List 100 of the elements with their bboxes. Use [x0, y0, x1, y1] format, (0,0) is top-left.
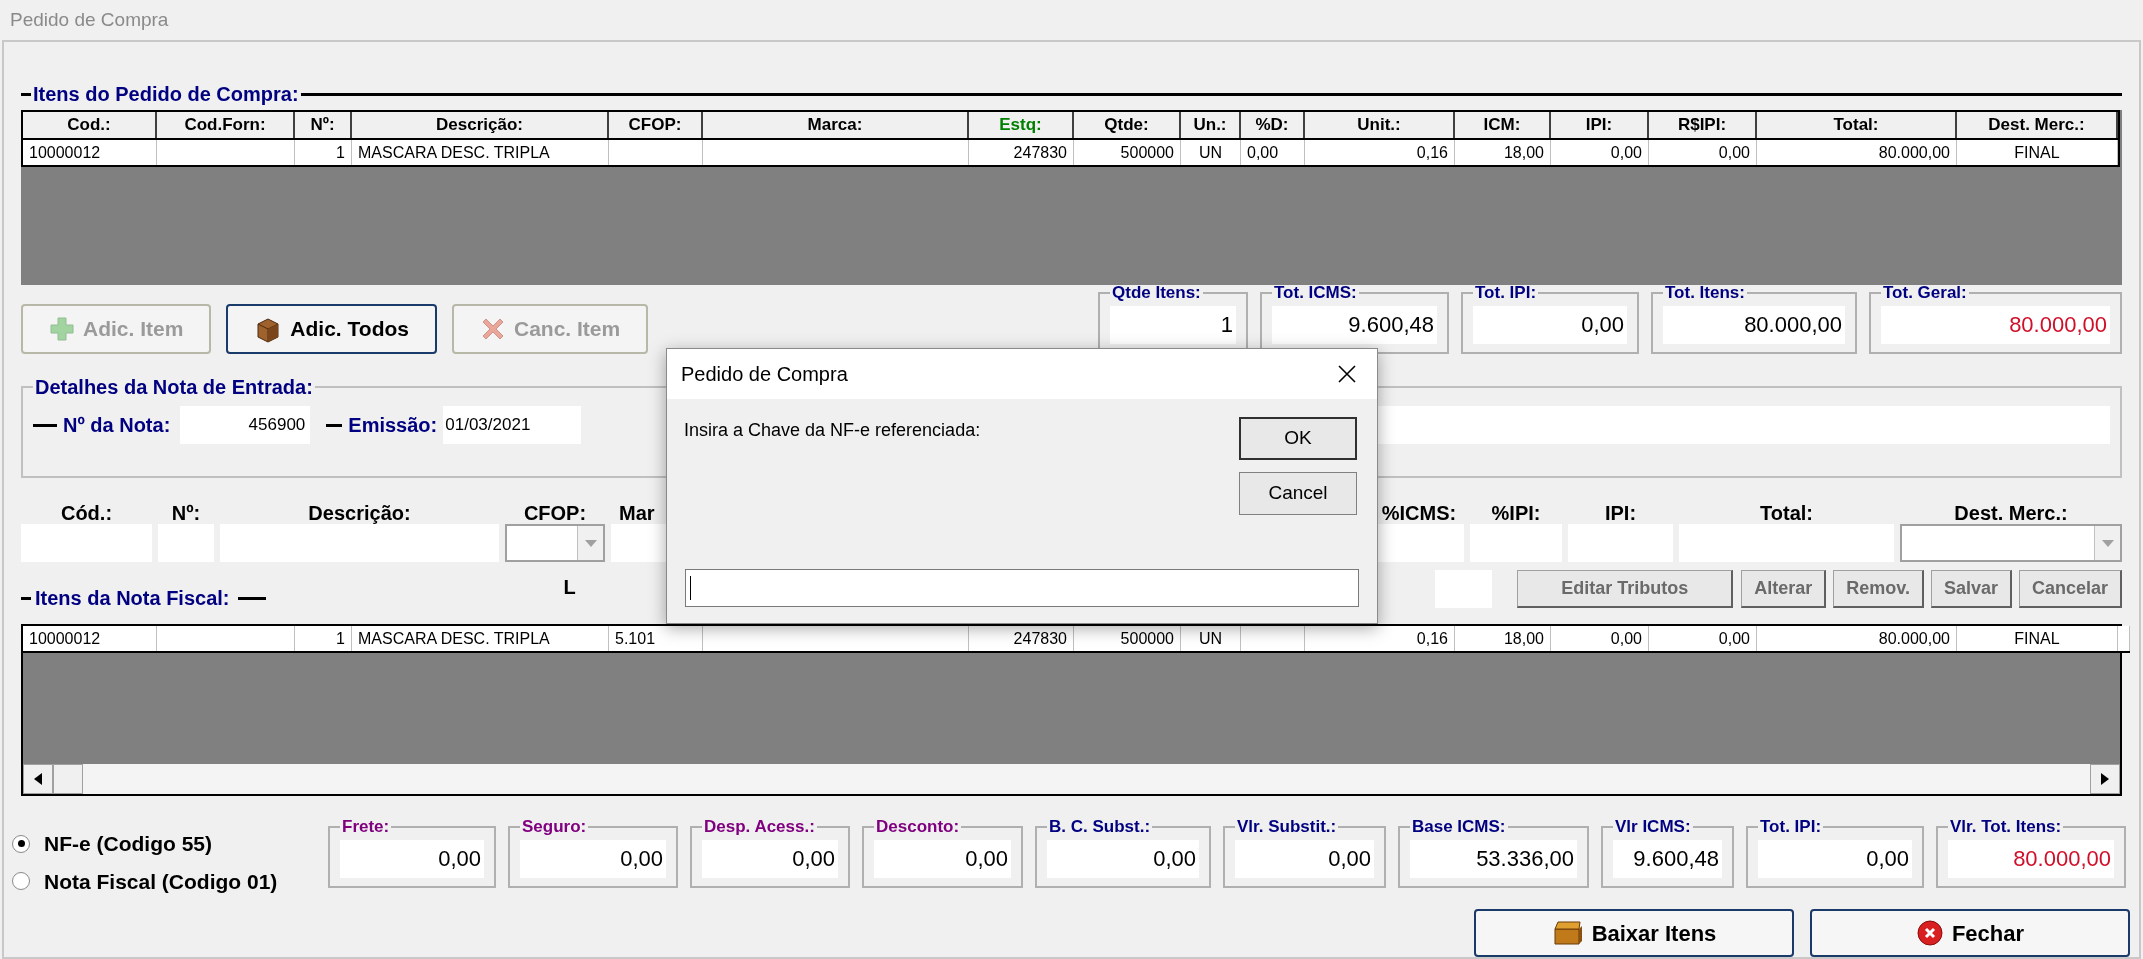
- table-cell: 18,00: [1455, 626, 1551, 651]
- date-field[interactable]: 01/03/2021: [443, 406, 582, 444]
- group-label: B. C. Subst.:: [1048, 816, 1152, 838]
- radio-button[interactable]: [12, 834, 30, 853]
- group-label: Tot. IPI:: [1759, 816, 1823, 838]
- column-header[interactable]: Qtde:: [1074, 112, 1181, 138]
- text-field[interactable]: [1378, 406, 2110, 444]
- value-field[interactable]: 0,00: [520, 839, 666, 878]
- dialog-title: Pedido de Compra: [681, 362, 848, 387]
- field-label: %ICMS:: [1380, 501, 1458, 524]
- column-header[interactable]: Estq:: [969, 112, 1074, 138]
- value-field[interactable]: 0,00: [1235, 839, 1374, 878]
- table-cell: UN: [1181, 626, 1241, 651]
- table-cell: 10000012: [23, 140, 157, 165]
- scroll-thumb[interactable]: [53, 764, 83, 794]
- column-header[interactable]: Dest. Merc.:: [1957, 112, 2118, 138]
- close-icon: [1915, 919, 1944, 947]
- column-header[interactable]: CFOP:: [609, 112, 703, 138]
- field-label: CFOP:: [522, 501, 588, 524]
- dropdown[interactable]: [505, 524, 605, 562]
- field-label: %IPI:: [1490, 501, 1542, 524]
- table-cell: 0,00: [1551, 140, 1649, 165]
- column-header[interactable]: Marca:: [703, 112, 969, 138]
- table-cell: 0,16: [1305, 626, 1455, 651]
- chest-icon: [1551, 919, 1584, 947]
- value-field[interactable]: 0,00: [1047, 839, 1199, 878]
- group-label: Qtde Itens:: [1111, 282, 1202, 304]
- table-cell: 500000: [1074, 626, 1181, 651]
- field-label: Cód.:: [59, 501, 114, 524]
- column-header[interactable]: Cod.:: [23, 112, 157, 138]
- value-field[interactable]: 80.000,00: [1663, 305, 1845, 344]
- table-cell: MASCARA DESC. TRIPLA: [352, 140, 609, 165]
- table-cell: 247830: [969, 626, 1074, 651]
- value-field[interactable]: 0,00: [1758, 839, 1912, 878]
- group-label: Base ICMS:: [1411, 816, 1507, 838]
- scroll-bar[interactable]: [23, 764, 2120, 794]
- radio-button[interactable]: [12, 872, 30, 891]
- group-label: Tot. Itens:: [1664, 282, 1746, 304]
- radio-label: Nota Fiscal (Codigo 01): [44, 868, 278, 895]
- dialog-button[interactable]: Cancel: [1239, 472, 1357, 515]
- table-cell: 247830: [969, 140, 1074, 165]
- action-button[interactable]: Adic. Todos: [226, 304, 437, 354]
- table-cell: 0,00: [1551, 626, 1649, 651]
- dialog-message: Insira a Chave da NF-e referenciada:: [684, 419, 982, 442]
- value-field[interactable]: 80.000,00: [1881, 305, 2110, 344]
- table-cell: 80.000,00: [1757, 140, 1957, 165]
- table-cell: UN: [1181, 140, 1241, 165]
- footer-button[interactable]: Fechar: [1810, 909, 2130, 957]
- table-cell: 1: [295, 140, 352, 165]
- value-field[interactable]: 0,00: [874, 839, 1011, 878]
- value-field[interactable]: 80.000,00: [1948, 839, 2114, 878]
- column-header[interactable]: Descrição:: [352, 112, 609, 138]
- field-label: Emissão:: [348, 413, 438, 438]
- column-header[interactable]: IPI:: [1551, 112, 1649, 138]
- dialog-button[interactable]: OK: [1239, 417, 1357, 460]
- group-label: Tot. ICMS:: [1273, 282, 1358, 304]
- table-cell: FINAL: [1957, 626, 2118, 651]
- column-header[interactable]: Unit.:: [1305, 112, 1455, 138]
- value-field[interactable]: 9.600,48: [1613, 839, 1722, 878]
- group-label: Desp. Acess.:: [703, 816, 816, 838]
- column-header[interactable]: Nº:: [295, 112, 352, 138]
- dropdown[interactable]: [1900, 524, 2122, 562]
- column-header[interactable]: Cod.Forn:: [157, 112, 295, 138]
- close-icon: [1338, 365, 1356, 383]
- column-header[interactable]: Un.:: [1181, 112, 1241, 138]
- table-cell: 1: [295, 626, 352, 651]
- group-label: Tot. IPI:: [1474, 282, 1538, 304]
- field-label: Descrição:: [307, 501, 412, 524]
- plus-icon: [49, 316, 75, 342]
- footer-button[interactable]: Baixar Itens: [1474, 909, 1794, 957]
- radio-option[interactable]: NF-e (Codigo 55): [12, 828, 328, 860]
- table-cell: 0,00: [1649, 140, 1757, 165]
- value-field[interactable]: 9.600,48: [1272, 305, 1437, 344]
- value-field[interactable]: 1: [1110, 305, 1236, 344]
- section-title: Itens da Nota Fiscal:: [35, 586, 230, 611]
- number-field[interactable]: 456900: [180, 406, 311, 444]
- field-label: IPI:: [1603, 501, 1638, 524]
- table-cell: 18,00: [1455, 140, 1551, 165]
- group-label: Seguro:: [521, 816, 588, 838]
- group-label: Vlr. Tot. Itens:: [1949, 816, 2063, 838]
- field-label: L: [563, 575, 576, 600]
- value-field[interactable]: 0,00: [1473, 305, 1627, 344]
- value-field[interactable]: 0,00: [340, 839, 484, 878]
- left-arrow-icon: [34, 773, 42, 785]
- column-header[interactable]: R$IPI:: [1649, 112, 1757, 138]
- table-cell: 0,00: [1649, 626, 1757, 651]
- key-input[interactable]: [685, 569, 1359, 607]
- field-label: Total:: [1759, 501, 1814, 524]
- table-cell: 0,16: [1305, 140, 1455, 165]
- group-label: Vlr. Substit.:: [1236, 816, 1338, 838]
- value-field[interactable]: 53.336,00: [1410, 839, 1577, 878]
- caret-icon: [584, 539, 597, 547]
- value-field[interactable]: 0,00: [702, 839, 838, 878]
- radio-option[interactable]: Nota Fiscal (Codigo 01): [12, 865, 328, 897]
- table-cell: FINAL: [1957, 140, 2118, 165]
- column-header[interactable]: ICM:: [1455, 112, 1551, 138]
- column-header[interactable]: %D:: [1241, 112, 1305, 138]
- column-header[interactable]: Total:: [1757, 112, 1957, 138]
- right-arrow-icon: [2101, 773, 2109, 785]
- table-cell: 500000: [1074, 140, 1181, 165]
